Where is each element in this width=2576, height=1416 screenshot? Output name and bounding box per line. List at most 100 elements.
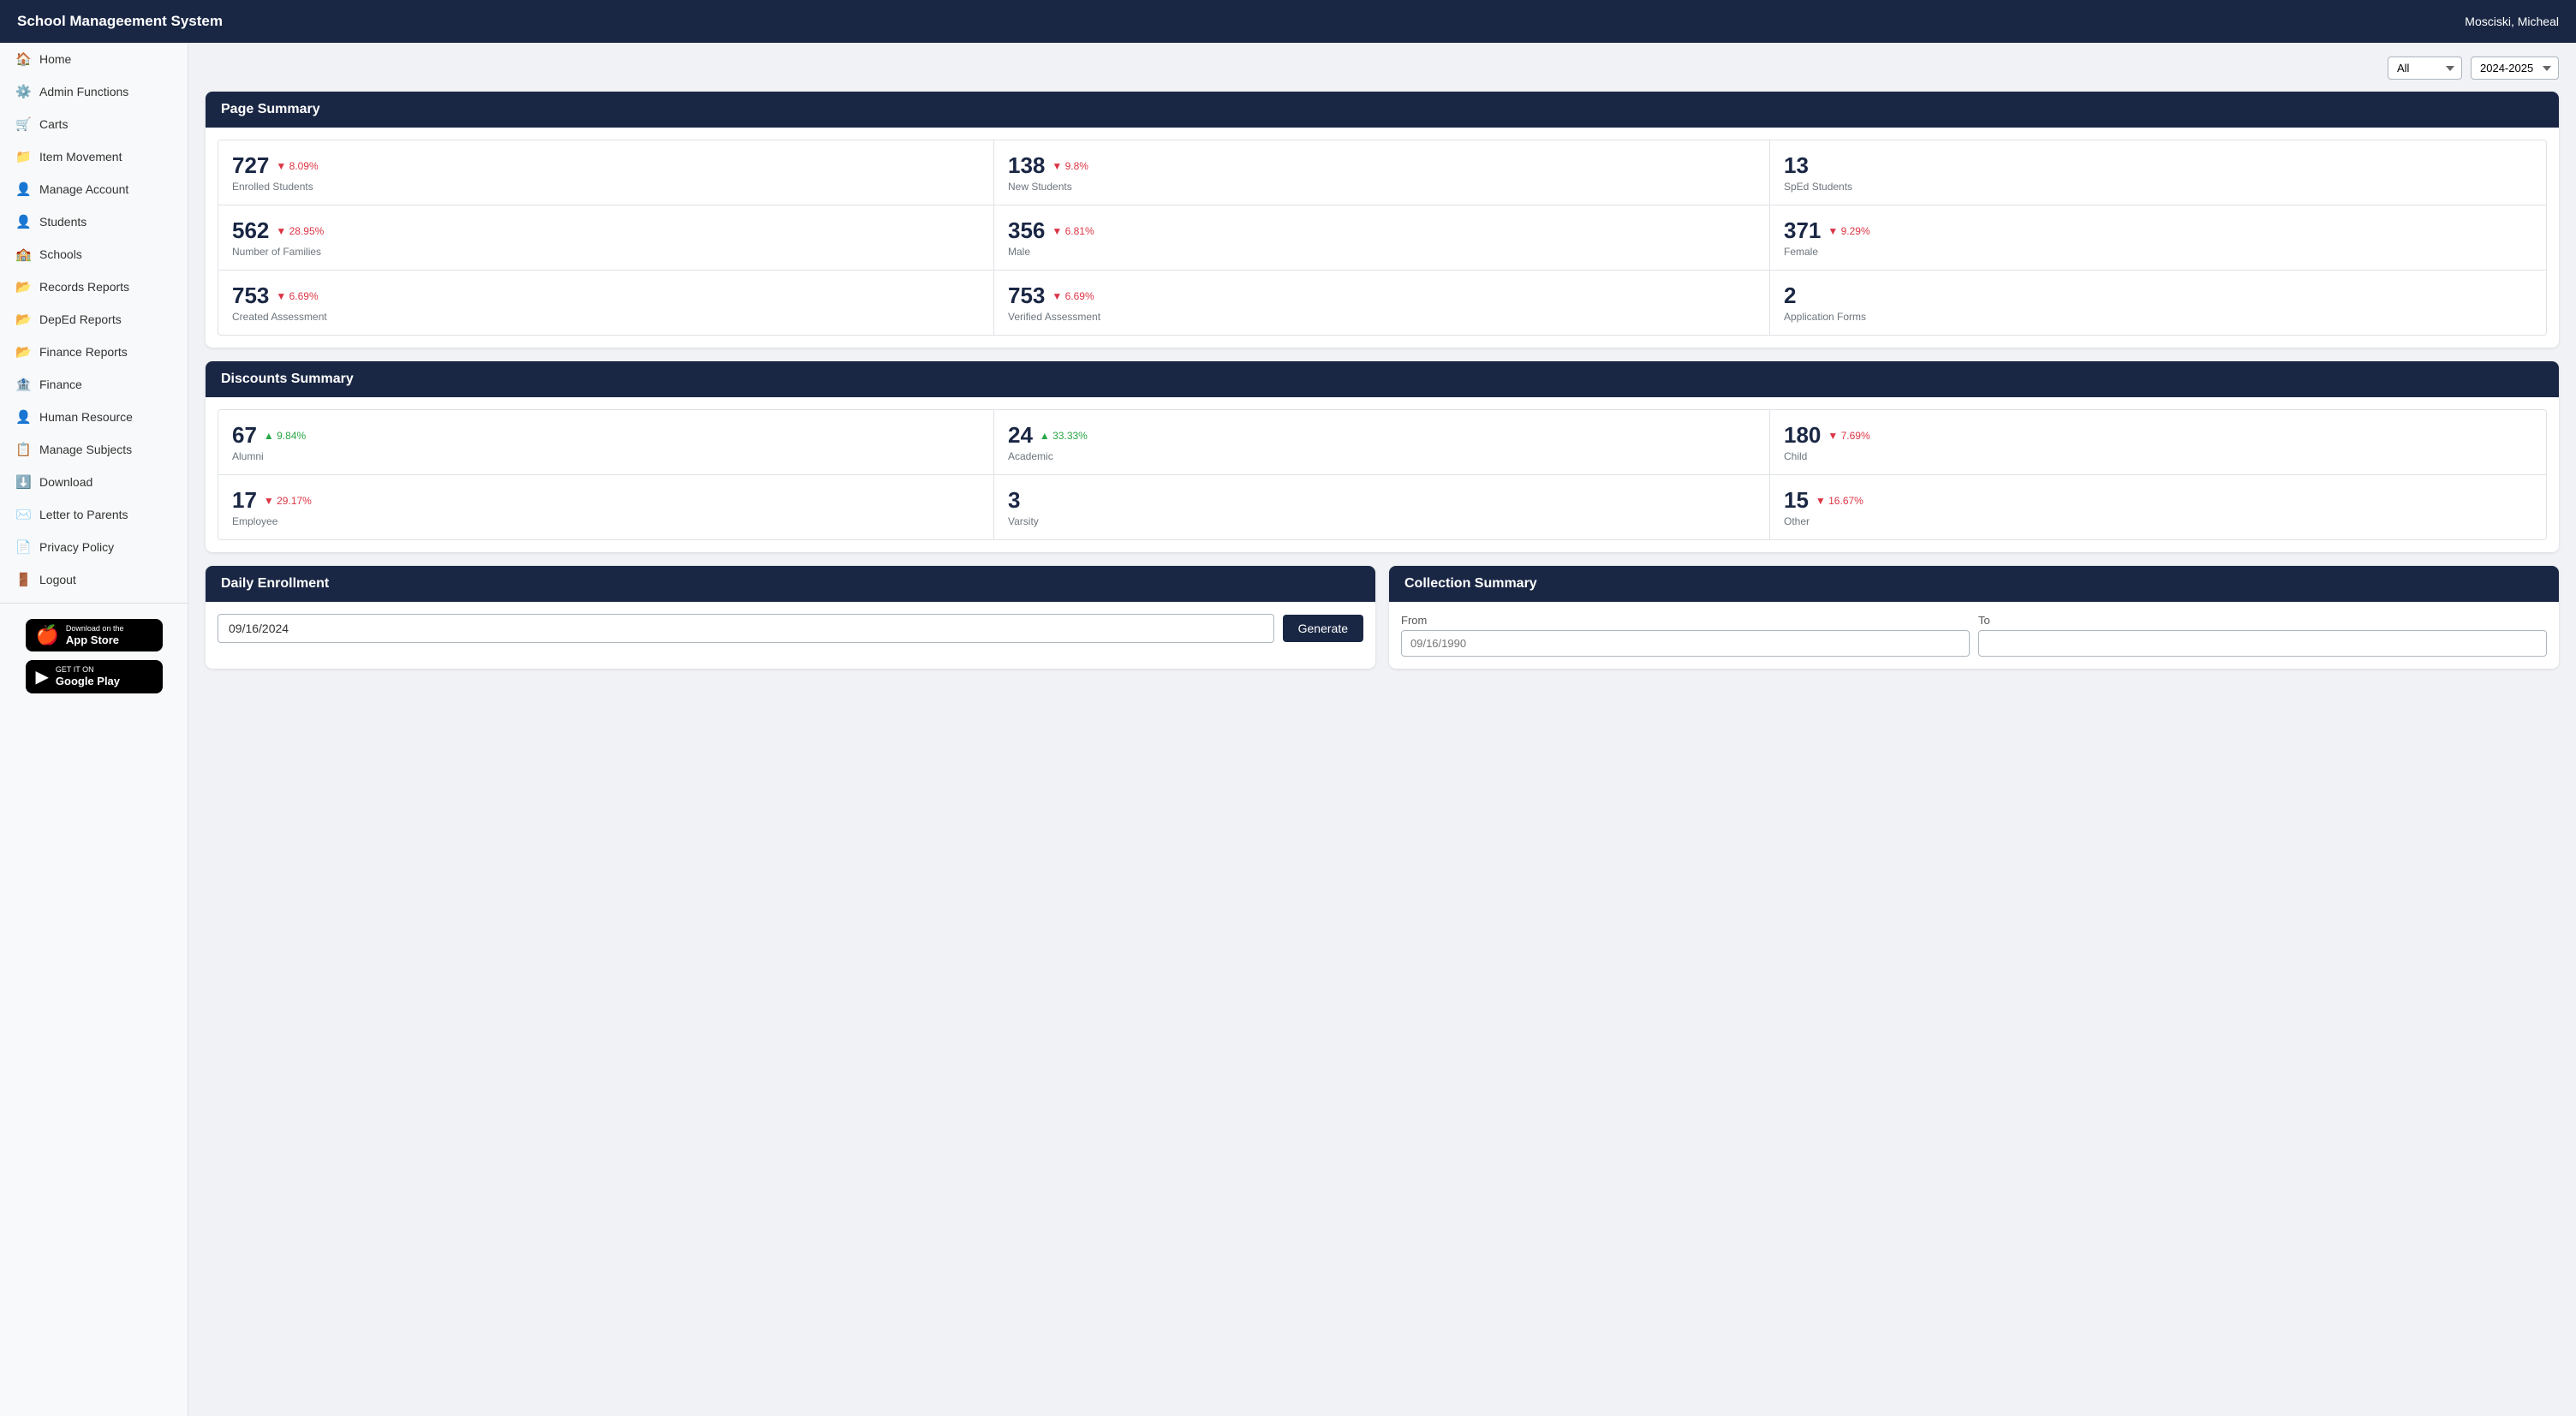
sidebar-label: Manage Account [39, 182, 128, 196]
sidebar-label: Students [39, 215, 86, 229]
sidebar-icon: 🛒 [15, 116, 31, 132]
stat-cell: 13 SpEd Students [1770, 140, 2546, 205]
google-play-main: Google Play [56, 675, 120, 688]
sidebar-label: DepEd Reports [39, 312, 122, 326]
apple-icon: 🍎 [36, 624, 59, 646]
sidebar-label: Home [39, 52, 71, 66]
topnav: School Manageement System Mosciski, Mich… [0, 0, 2576, 43]
sidebar-icon: 🏠 [15, 51, 31, 67]
google-play-sub: GET IT ON [56, 665, 120, 675]
sidebar-icon: 📋 [15, 442, 31, 457]
stat-value: 371 ▼ 9.29% [1784, 217, 2532, 244]
stat-value: 17 ▼ 29.17% [232, 487, 980, 514]
grade-filter[interactable]: AllGrade 1Grade 2Grade 3Grade 4Grade 5Gr… [2388, 57, 2462, 80]
stat-cell: 753 ▼ 6.69% Verified Assessment [994, 271, 1770, 335]
stat-value: 2 [1784, 283, 2532, 309]
sidebar-item-privacy-policy[interactable]: 📄 Privacy Policy [0, 531, 188, 563]
sidebar-label: Letter to Parents [39, 508, 128, 521]
daily-enrollment-card: Daily Enrollment Generate [206, 566, 1375, 669]
collection-to-input[interactable] [1978, 630, 2547, 657]
sidebar-item-finance-reports[interactable]: 📂 Finance Reports [0, 336, 188, 368]
stat-label: Other [1784, 515, 2532, 527]
sidebar-icon: ⬇️ [15, 474, 31, 490]
sidebar-label: Item Movement [39, 150, 122, 164]
app-title: School Manageement System [17, 13, 223, 30]
sidebar: 🏠 Home⚙️ Admin Functions🛒 Carts📁 Item Mo… [0, 43, 188, 1416]
sidebar-label: Schools [39, 247, 82, 261]
stat-label: Enrolled Students [232, 181, 980, 193]
sidebar-label: Finance Reports [39, 345, 128, 359]
stat-badge: ▼ 29.17% [264, 495, 312, 507]
google-play-badge[interactable]: ▶ GET IT ON Google Play [26, 660, 163, 693]
stat-value: 356 ▼ 6.81% [1008, 217, 1756, 244]
sidebar-icon: 👤 [15, 409, 31, 425]
stat-label: Female [1784, 246, 2532, 258]
stat-cell: 562 ▼ 28.95% Number of Families [218, 205, 994, 271]
sidebar-item-manage-account[interactable]: 👤 Manage Account [0, 173, 188, 205]
sidebar-item-admin-functions[interactable]: ⚙️ Admin Functions [0, 75, 188, 108]
enrollment-date-input[interactable] [218, 614, 1274, 643]
sidebar-item-deped-reports[interactable]: 📂 DepEd Reports [0, 303, 188, 336]
app-badges: 🍎 Download on the App Store ▶ GET IT ON … [0, 610, 188, 702]
stat-value: 13 [1784, 152, 2532, 179]
stat-label: Employee [232, 515, 980, 527]
stat-badge: ▼ 6.69% [1052, 290, 1094, 302]
stat-badge: ▼ 16.67% [1816, 495, 1863, 507]
sidebar-item-human-resource[interactable]: 👤 Human Resource [0, 401, 188, 433]
sidebar-icon: 📁 [15, 149, 31, 164]
stat-value: 753 ▼ 6.69% [1008, 283, 1756, 309]
sidebar-item-records-reports[interactable]: 📂 Records Reports [0, 271, 188, 303]
sidebar-icon: 📂 [15, 279, 31, 295]
daily-enrollment-body: Generate [206, 602, 1375, 655]
google-play-icon: ▶ [36, 666, 49, 687]
stat-label: Created Assessment [232, 311, 980, 323]
sidebar-icon: 📂 [15, 344, 31, 360]
collection-to-group: To [1978, 614, 2547, 657]
stat-badge: ▼ 7.69% [1828, 430, 1869, 442]
discounts-summary-grid: 67 ▲ 9.84% Alumni 24 ▲ 33.33% Academic 1… [218, 409, 2547, 540]
sidebar-item-carts[interactable]: 🛒 Carts [0, 108, 188, 140]
stat-label: SpEd Students [1784, 181, 2532, 193]
stat-cell: 138 ▼ 9.8% New Students [994, 140, 1770, 205]
stat-label: Academic [1008, 450, 1756, 462]
stat-label: Verified Assessment [1008, 311, 1756, 323]
generate-button[interactable]: Generate [1283, 615, 1363, 642]
year-filter[interactable]: 2024-20252023-20242022-2023 [2471, 57, 2559, 80]
sidebar-item-letter-to-parents[interactable]: ✉️ Letter to Parents [0, 498, 188, 531]
sidebar-label: Privacy Policy [39, 540, 114, 554]
sidebar-item-schools[interactable]: 🏫 Schools [0, 238, 188, 271]
stat-cell: 15 ▼ 16.67% Other [1770, 475, 2546, 539]
sidebar-item-item-movement[interactable]: 📁 Item Movement [0, 140, 188, 173]
stat-cell: 24 ▲ 33.33% Academic [994, 410, 1770, 475]
stat-cell: 3 Varsity [994, 475, 1770, 539]
sidebar-item-manage-subjects[interactable]: 📋 Manage Subjects [0, 433, 188, 466]
user-name: Mosciski, Micheal [2465, 15, 2559, 28]
from-label: From [1401, 614, 1970, 627]
app-store-badge[interactable]: 🍎 Download on the App Store [26, 619, 163, 651]
discounts-summary-card: Discounts Summary 67 ▲ 9.84% Alumni 24 ▲… [206, 361, 2559, 552]
stat-label: Male [1008, 246, 1756, 258]
sidebar-item-logout[interactable]: 🚪 Logout [0, 563, 188, 596]
sidebar-icon: ⚙️ [15, 84, 31, 99]
sidebar-icon: ✉️ [15, 507, 31, 522]
sidebar-icon: 👤 [15, 181, 31, 197]
sidebar-item-finance[interactable]: 🏦 Finance [0, 368, 188, 401]
sidebar-icon: 🚪 [15, 572, 31, 587]
stat-cell: 180 ▼ 7.69% Child [1770, 410, 2546, 475]
stat-badge: ▼ 6.69% [276, 290, 318, 302]
stat-value: 3 [1008, 487, 1756, 514]
sidebar-item-home[interactable]: 🏠 Home [0, 43, 188, 75]
collection-from-input[interactable] [1401, 630, 1970, 657]
sidebar-label: Human Resource [39, 410, 133, 424]
stat-value: 727 ▼ 8.09% [232, 152, 980, 179]
stat-value: 67 ▲ 9.84% [232, 422, 980, 449]
sidebar-icon: 🏫 [15, 247, 31, 262]
sidebar-item-download[interactable]: ⬇️ Download [0, 466, 188, 498]
sidebar-icon: 🏦 [15, 377, 31, 392]
stat-cell: 356 ▼ 6.81% Male [994, 205, 1770, 271]
sidebar-item-students[interactable]: 👤 Students [0, 205, 188, 238]
sidebar-icon: 📄 [15, 539, 31, 555]
stat-value: 138 ▼ 9.8% [1008, 152, 1756, 179]
stat-label: Number of Families [232, 246, 980, 258]
stat-value: 180 ▼ 7.69% [1784, 422, 2532, 449]
